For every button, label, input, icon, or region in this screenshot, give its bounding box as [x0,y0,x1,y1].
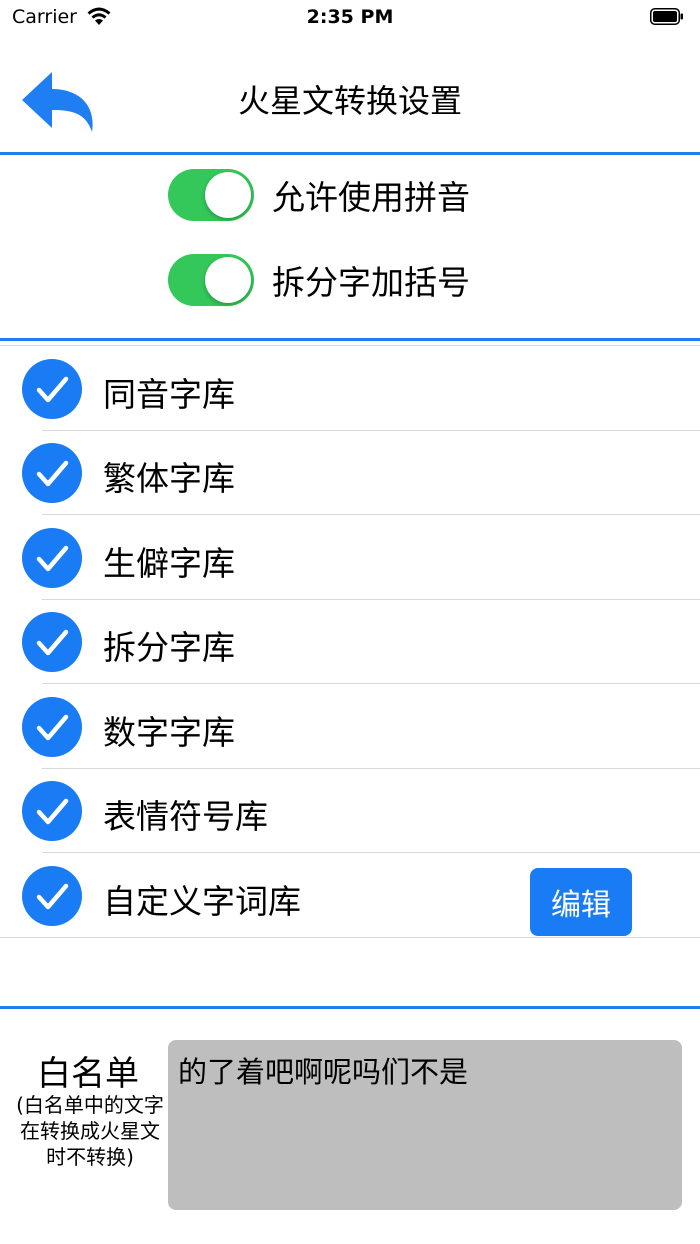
checkmark-icon[interactable] [22,528,82,588]
checkmark-icon[interactable] [22,781,82,841]
checkmark-icon[interactable] [22,612,82,672]
clock: 2:35 PM [306,6,394,28]
whitelist-title: 白名单 [37,1054,139,1094]
toggle-row-pinyin: 允许使用拼音 [168,168,470,222]
toggle-row-brackets: 拆分字加括号 [168,253,470,307]
list-item-label: 拆分字库 [103,628,235,667]
row-separator [42,852,700,853]
row-separator [42,683,700,684]
row-separator [42,514,700,515]
whitelist-textarea[interactable]: 的了着吧啊呢吗们不是 [168,1040,682,1210]
checkmark-icon[interactable] [22,697,82,757]
split-brackets-switch[interactable] [168,254,254,306]
checkmark-icon[interactable] [22,866,82,926]
status-bar: Carrier 2:35 PM [0,0,700,36]
list-item-homophone[interactable]: 同音字库 [0,347,700,431]
list-item-split[interactable]: 拆分字库 [0,600,700,684]
divider [0,152,700,155]
divider [0,1006,700,1009]
list-item-emoji[interactable]: 表情符号库 [0,769,700,853]
checkmark-icon[interactable] [22,443,82,503]
row-separator [0,345,700,346]
checkmark-icon[interactable] [22,359,82,419]
list-item-custom[interactable]: 自定义字词库 编辑 [0,854,700,938]
list-item-label: 表情符号库 [103,797,268,836]
row-separator [0,937,700,938]
list-item-rare[interactable]: 生僻字库 [0,516,700,600]
edit-button[interactable]: 编辑 [530,868,632,936]
toggle-label: 允许使用拼音 [272,178,470,217]
list-item-label: 自定义字词库 [103,882,301,921]
list-item-label: 同音字库 [103,375,235,414]
switch-knob [205,257,251,303]
list-item-label: 生僻字库 [103,544,235,583]
page-title: 火星文转换设置 [237,82,462,120]
list-item-traditional[interactable]: 繁体字库 [0,431,700,515]
allow-pinyin-switch[interactable] [168,169,254,221]
divider [0,338,700,341]
toggle-label: 拆分字加括号 [272,263,470,302]
nav-bar: 火星文转换设置 [0,56,700,152]
list-item-number[interactable]: 数字字库 [0,685,700,769]
battery-icon [650,8,683,25]
list-item-label: 数字字库 [103,713,235,752]
whitelist-description: (白名单中的文字在转换成火星文时不转换) [16,1093,164,1169]
switch-knob [205,172,251,218]
list-item-label: 繁体字库 [103,459,235,498]
